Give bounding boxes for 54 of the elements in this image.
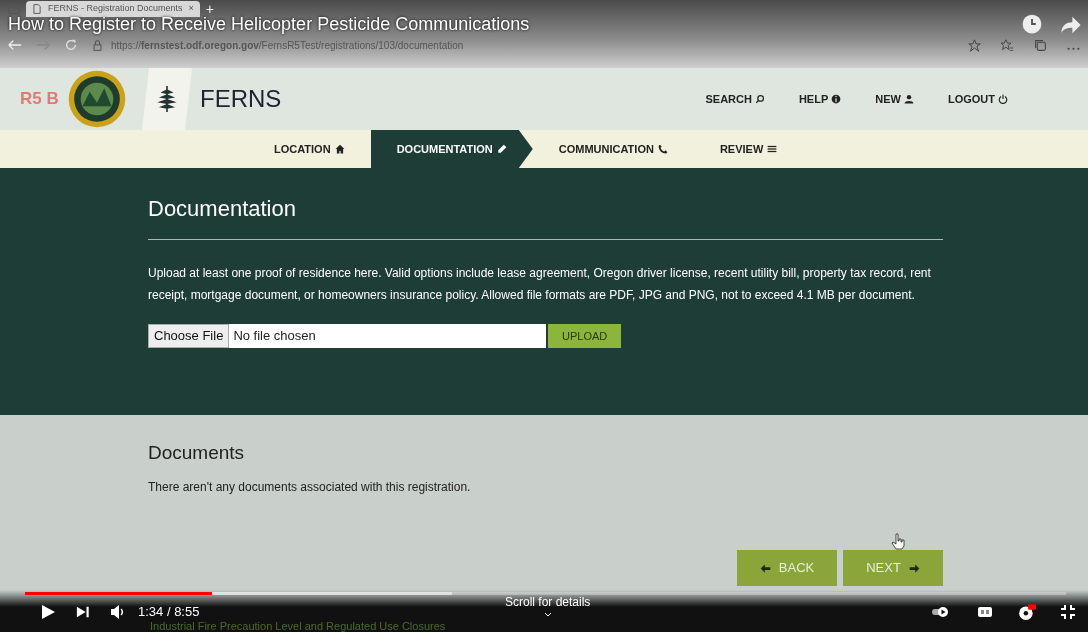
- nav-link[interactable]: LOGOUT: [947, 90, 1008, 108]
- pencil-icon: [496, 144, 507, 154]
- collections-icon[interactable]: [1034, 38, 1047, 52]
- hand-cursor-icon: [890, 531, 906, 551]
- upload-button[interactable]: UPLOAD: [548, 324, 622, 348]
- video-title[interactable]: How to Register to Receive Helicopter Pesticide Communications: [8, 14, 530, 34]
- overlay-text: Industrial Fire Precaution Level and Regulated Use Closures: [150, 619, 446, 632]
- section-heading: Documentation: [148, 192, 943, 240]
- seal-logo: [68, 70, 126, 128]
- phone-icon: [657, 144, 668, 154]
- close-icon[interactable]: ×: [188, 2, 194, 16]
- next-icon[interactable]: [76, 604, 90, 619]
- exit-fullscreen-icon[interactable]: [1060, 603, 1076, 620]
- back-icon[interactable]: [8, 38, 22, 52]
- nav-link[interactable]: SEARCH: [705, 90, 765, 108]
- browser-tab[interactable]: FERNS - Registration Documents ×: [26, 1, 200, 17]
- volume-icon[interactable]: [110, 603, 126, 620]
- search-icon: [754, 94, 765, 104]
- person-icon: [903, 94, 914, 104]
- new-tab-button[interactable]: +: [205, 2, 214, 16]
- page-icon: [32, 4, 42, 14]
- step-tab[interactable]: COMMUNICATION: [532, 130, 694, 168]
- section-heading: Documents: [148, 441, 246, 465]
- video-time: 1:34 / 8:55: [138, 603, 200, 621]
- site-title[interactable]: FERNS: [200, 81, 282, 117]
- brand-text: R5 B: [20, 88, 60, 111]
- info-icon: [831, 94, 842, 104]
- step-tab[interactable]: DOCUMENTATION: [370, 130, 533, 168]
- tab-title: FERNS - Registration Documents: [48, 2, 183, 16]
- chevron-down-icon: [542, 611, 553, 619]
- arrow-right-icon: [908, 562, 920, 574]
- scroll-hint[interactable]: Scroll for details: [505, 593, 591, 611]
- clock-icon[interactable]: [1022, 14, 1042, 34]
- nav-link[interactable]: HELP: [798, 90, 842, 108]
- arrow-left-icon: [759, 562, 771, 574]
- list-icon: [767, 144, 778, 154]
- file-status: No file chosen: [233, 327, 316, 346]
- settings-icon[interactable]: [1016, 602, 1038, 621]
- lock-icon: [92, 39, 103, 51]
- step-tab[interactable]: LOCATION: [248, 130, 371, 168]
- power-icon: [998, 94, 1008, 104]
- play-icon[interactable]: [40, 603, 56, 620]
- progress-bar[interactable]: [25, 592, 1066, 595]
- instructions-text: Upload at least one proof of residence here. Valid options include lease agreement, Oregon driver license, recent utility bill, property tax record, rent receipt, mortgage document, or homeowners insurance policy. Allowed file formats are PDF, JPG and PNG, not to exceed 4.1 MB per document.: [148, 265, 932, 304]
- reload-icon[interactable]: [64, 38, 78, 52]
- file-input[interactable]: Choose File No file chosen: [148, 324, 546, 348]
- step-tab[interactable]: REVIEW: [693, 130, 804, 168]
- choose-file-button[interactable]: Choose File: [148, 324, 230, 348]
- empty-message: There aren't any documents associated with this registration.: [148, 478, 472, 496]
- star-icon[interactable]: [968, 38, 981, 52]
- nav-link[interactable]: NEW: [875, 90, 914, 108]
- home-icon: [334, 144, 345, 154]
- share-icon[interactable]: [1060, 14, 1082, 36]
- favorites-icon[interactable]: [1001, 38, 1014, 52]
